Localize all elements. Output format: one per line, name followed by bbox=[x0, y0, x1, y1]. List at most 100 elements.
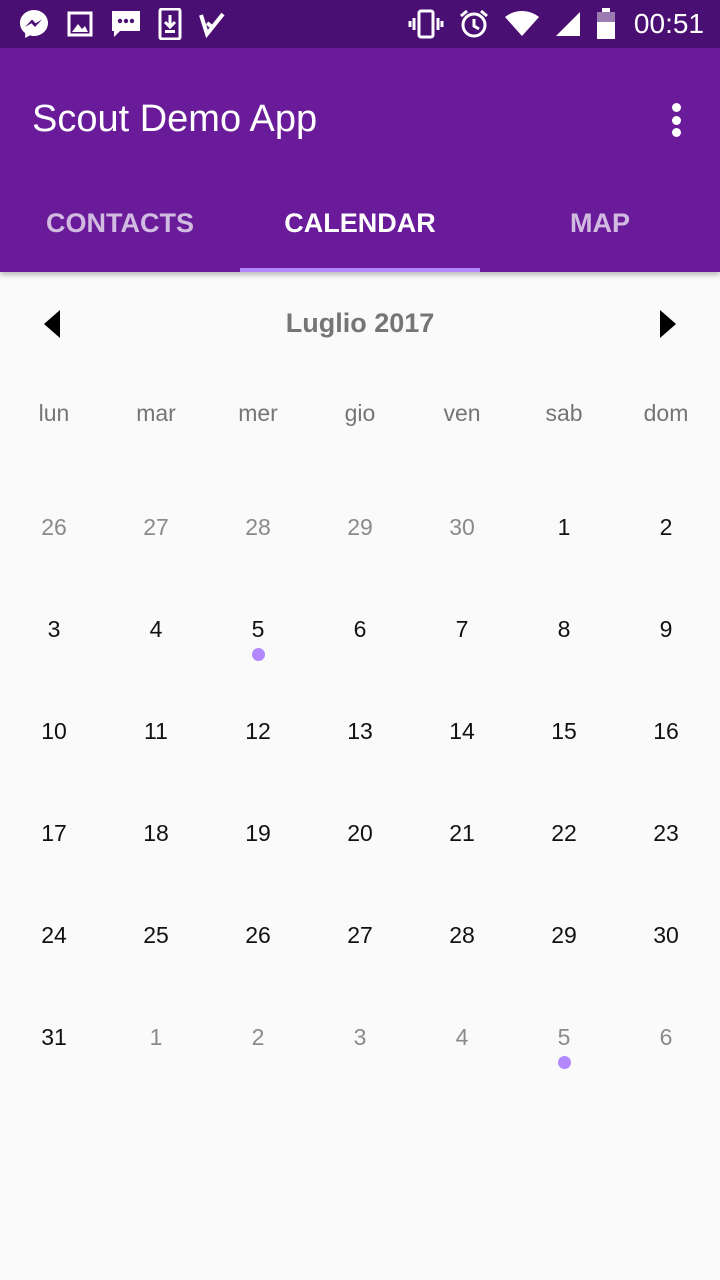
day-cell[interactable]: 21 bbox=[411, 782, 513, 884]
day-cell-other-month[interactable]: 1 bbox=[105, 986, 207, 1088]
tasks-icon bbox=[198, 10, 226, 38]
wifi-icon bbox=[504, 10, 540, 38]
day-cell[interactable]: 3 bbox=[3, 578, 105, 680]
day-cell[interactable]: 23 bbox=[615, 782, 717, 884]
weekday-label: gio bbox=[344, 400, 376, 426]
day-cell[interactable]: 15 bbox=[513, 680, 615, 782]
day-cell[interactable]: 24 bbox=[3, 884, 105, 986]
day-cell[interactable]: 6 bbox=[309, 578, 411, 680]
month-header: Luglio 2017 bbox=[0, 290, 720, 358]
day-number: 11 bbox=[144, 718, 168, 744]
weekday-label: sab bbox=[545, 400, 583, 426]
day-number: 2 bbox=[659, 514, 673, 540]
day-number: 13 bbox=[347, 718, 373, 744]
day-number: 21 bbox=[449, 820, 475, 846]
day-cell[interactable]: 9 bbox=[615, 578, 717, 680]
day-number: 14 bbox=[449, 718, 475, 744]
event-dot-icon bbox=[558, 1056, 571, 1069]
day-cell[interactable]: 2 bbox=[615, 476, 717, 578]
day-number: 29 bbox=[347, 514, 373, 540]
day-cell[interactable]: 17 bbox=[3, 782, 105, 884]
day-cell-other-month[interactable]: 28 bbox=[207, 476, 309, 578]
day-number: 27 bbox=[143, 514, 169, 540]
day-number: 15 bbox=[551, 718, 577, 744]
more-vert-icon[interactable] bbox=[660, 100, 692, 140]
next-month-button[interactable] bbox=[648, 304, 688, 344]
day-cell[interactable]: 1 bbox=[513, 476, 615, 578]
day-cell-other-month[interactable]: 2 bbox=[207, 986, 309, 1088]
day-number: 17 bbox=[41, 820, 67, 846]
day-number: 4 bbox=[455, 1024, 469, 1050]
tab-calendar[interactable]: CALENDAR bbox=[240, 178, 480, 272]
day-cell[interactable]: 29 bbox=[513, 884, 615, 986]
day-number: 4 bbox=[149, 616, 163, 642]
day-cell[interactable]: 7 bbox=[411, 578, 513, 680]
calendar-grid: 26 27 28 29 30 1 2 3 4 5 6 7 8 9 10 11 12 13 14 15 16 17 18 19 2… bbox=[3, 476, 717, 1088]
day-number: 6 bbox=[353, 616, 367, 642]
day-number: 31 bbox=[41, 1024, 67, 1050]
day-cell[interactable]: 27 bbox=[309, 884, 411, 986]
signal-icon bbox=[554, 10, 582, 38]
chat-icon bbox=[110, 9, 142, 39]
day-cell[interactable]: 8 bbox=[513, 578, 615, 680]
day-cell-other-month[interactable]: 27 bbox=[105, 476, 207, 578]
tab-map[interactable]: MAP bbox=[480, 178, 720, 272]
day-number: 30 bbox=[653, 922, 679, 948]
day-cell[interactable]: 10 bbox=[3, 680, 105, 782]
day-number: 25 bbox=[143, 922, 169, 948]
app-title: Scout Demo App bbox=[32, 98, 318, 140]
calendar-week-row: 31 1 2 3 4 5 6 bbox=[3, 986, 717, 1088]
day-cell[interactable]: 12 bbox=[207, 680, 309, 782]
day-cell[interactable]: 5 bbox=[207, 578, 309, 680]
day-number: 19 bbox=[245, 820, 271, 846]
day-cell-other-month[interactable]: 30 bbox=[411, 476, 513, 578]
day-cell[interactable]: 11 bbox=[105, 680, 207, 782]
image-icon bbox=[66, 10, 94, 38]
day-cell[interactable]: 18 bbox=[105, 782, 207, 884]
day-number: 10 bbox=[41, 718, 67, 744]
day-cell-other-month[interactable]: 5 bbox=[513, 986, 615, 1088]
day-cell-other-month[interactable]: 26 bbox=[3, 476, 105, 578]
day-cell[interactable]: 4 bbox=[105, 578, 207, 680]
day-cell[interactable]: 30 bbox=[615, 884, 717, 986]
day-number: 24 bbox=[41, 922, 67, 948]
day-number: 28 bbox=[449, 922, 475, 948]
vibrate-icon bbox=[408, 9, 444, 39]
day-cell[interactable]: 16 bbox=[615, 680, 717, 782]
day-cell[interactable]: 28 bbox=[411, 884, 513, 986]
app-bar: Scout Demo App CONTACTS CALENDAR MAP bbox=[0, 48, 720, 272]
weekday-header: lun mar mer gio ven sab dom bbox=[3, 400, 717, 427]
calendar-week-row: 24 25 26 27 28 29 30 bbox=[3, 884, 717, 986]
day-cell[interactable]: 22 bbox=[513, 782, 615, 884]
event-dot-icon bbox=[252, 648, 265, 661]
day-number: 30 bbox=[449, 514, 475, 540]
arrow-right-icon bbox=[660, 310, 676, 338]
clock-time: 00:51 bbox=[633, 8, 704, 39]
day-cell[interactable]: 20 bbox=[309, 782, 411, 884]
day-number: 26 bbox=[41, 514, 67, 540]
day-number: 3 bbox=[47, 616, 61, 642]
day-number: 16 bbox=[653, 718, 679, 744]
day-number: 23 bbox=[653, 820, 679, 846]
tab-bar: CONTACTS CALENDAR MAP bbox=[0, 178, 720, 272]
day-cell[interactable]: 19 bbox=[207, 782, 309, 884]
day-number: 29 bbox=[551, 922, 577, 948]
day-cell-other-month[interactable]: 4 bbox=[411, 986, 513, 1088]
day-number: 26 bbox=[245, 922, 271, 948]
day-cell-other-month[interactable]: 29 bbox=[309, 476, 411, 578]
day-number: 20 bbox=[347, 820, 373, 846]
alarm-icon bbox=[458, 8, 490, 40]
day-number: 3 bbox=[353, 1024, 367, 1050]
day-number: 1 bbox=[557, 514, 571, 540]
calendar-week-row: 3 4 5 6 7 8 9 bbox=[3, 578, 717, 680]
day-cell[interactable]: 13 bbox=[309, 680, 411, 782]
messenger-icon bbox=[18, 8, 50, 40]
day-cell-other-month[interactable]: 6 bbox=[615, 986, 717, 1088]
tab-contacts[interactable]: CONTACTS bbox=[0, 178, 240, 272]
day-cell[interactable]: 25 bbox=[105, 884, 207, 986]
day-cell[interactable]: 31 bbox=[3, 986, 105, 1088]
weekday-label: lun bbox=[38, 400, 70, 426]
day-cell-other-month[interactable]: 3 bbox=[309, 986, 411, 1088]
day-cell[interactable]: 14 bbox=[411, 680, 513, 782]
day-cell[interactable]: 26 bbox=[207, 884, 309, 986]
